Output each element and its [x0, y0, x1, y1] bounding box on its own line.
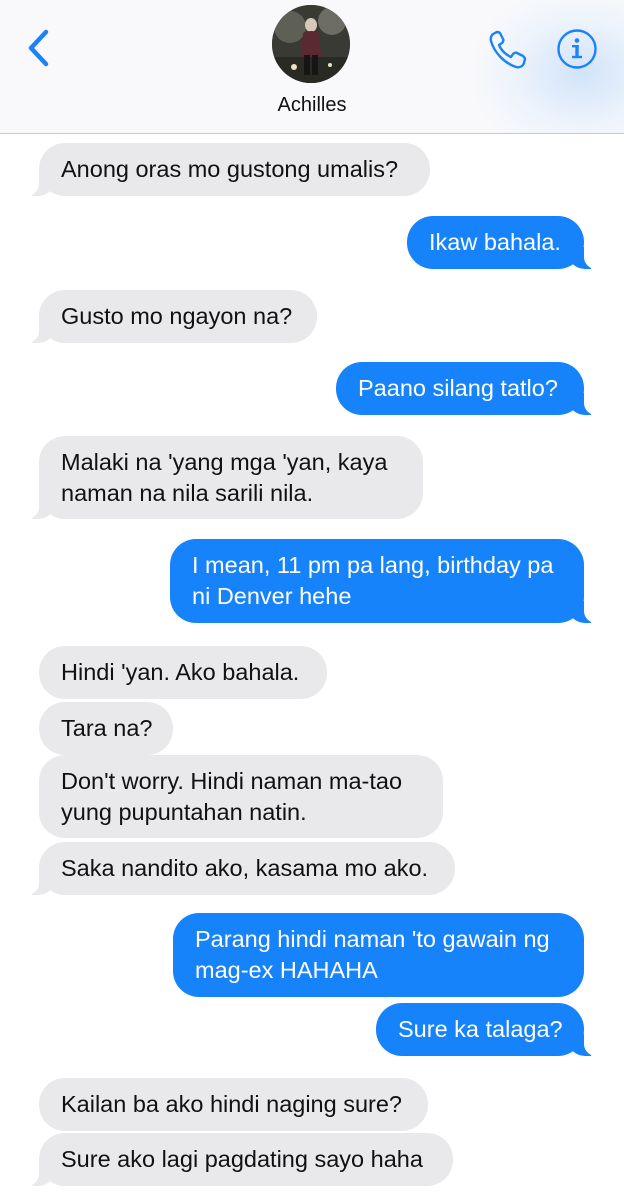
message-line: Paano silang tatlo? [358, 375, 558, 401]
message-line: Hindi 'yan. Ako bahala. [61, 659, 300, 685]
message-bubble-incoming[interactable]: Saka nandito ako, kasama mo ako. [12, 842, 455, 895]
message-line: Malaki na 'yang mga 'yan, kaya [61, 449, 388, 475]
conversation-header: Achilles [0, 0, 624, 134]
message-bubble-outgoing[interactable]: I mean, 11 pm pa lang, birthday pa ni De… [170, 539, 611, 623]
message-bubble-outgoing[interactable]: Ikaw bahala. [407, 216, 611, 269]
message-bubble-outgoing[interactable]: Parang hindi naman 'to gawain ng mag-ex … [173, 913, 584, 997]
back-button[interactable] [22, 28, 58, 68]
message-bubble-incoming[interactable]: Anong oras mo gustong umalis? [12, 143, 430, 196]
message-line: Don't worry. Hindi naman ma-tao [61, 768, 403, 794]
message-line: Parang hindi naman 'to gawain ng [195, 926, 550, 952]
message-line: Anong oras mo gustong umalis? [61, 156, 399, 182]
message-line: Tara na? [61, 715, 153, 741]
message-bubble-incoming[interactable]: Tara na? [39, 702, 173, 755]
message-line: yung pupuntahan natin. [61, 799, 307, 825]
call-button[interactable] [486, 28, 530, 72]
message-bubble-incoming[interactable]: Sure ako lagi pagdating sayo haha [12, 1133, 453, 1186]
message-line: naman na nila sarili nila. [61, 480, 314, 506]
message-line: Sure ako lagi pagdating sayo haha [61, 1146, 423, 1172]
message-line: ni Denver hehe [192, 583, 352, 609]
message-bubble-incoming[interactable]: Don't worry. Hindi naman ma-tao yung pup… [39, 755, 443, 838]
message-bubble-incoming[interactable]: Malaki na 'yang mga 'yan, kaya naman na … [12, 436, 423, 519]
message-line: I mean, 11 pm pa lang, birthday pa [192, 552, 554, 578]
avatar-photo [272, 5, 350, 83]
contact-name[interactable]: Achilles [0, 94, 624, 117]
message-bubble-outgoing[interactable]: Paano silang tatlo? [336, 362, 611, 415]
chevron-left-icon [28, 29, 49, 67]
message-bubble-incoming[interactable]: Hindi 'yan. Ako bahala. [39, 646, 327, 699]
message-line: mag-ex HAHAHA [195, 957, 378, 983]
message-bubble-incoming[interactable]: Gusto mo ngayon na? [12, 290, 317, 343]
message-line: Kailan ba ako hindi naging sure? [61, 1091, 403, 1117]
info-button[interactable] [556, 28, 598, 70]
message-line: Sure ka talaga? [398, 1016, 563, 1042]
message-bubble-outgoing[interactable]: Sure ka talaga? [376, 1003, 611, 1056]
contact-avatar[interactable] [272, 5, 350, 83]
phone-icon [489, 30, 527, 69]
message-line: Ikaw bahala. [429, 229, 561, 255]
message-line: Saka nandito ako, kasama mo ako. [61, 855, 429, 881]
message-bubble-incoming[interactable]: Kailan ba ako hindi naging sure? [39, 1078, 428, 1131]
message-line: Gusto mo ngayon na? [61, 303, 293, 329]
info-icon [557, 29, 597, 69]
